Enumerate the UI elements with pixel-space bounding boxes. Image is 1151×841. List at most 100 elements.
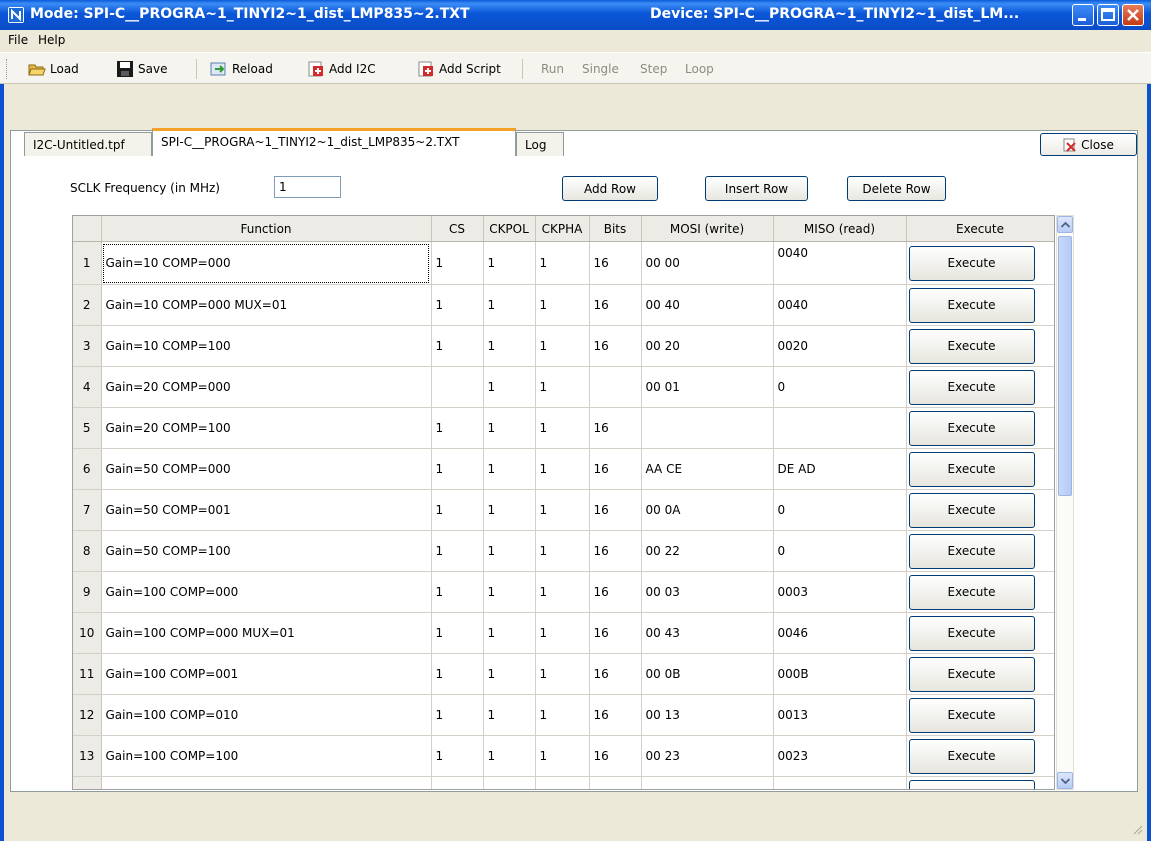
row-number[interactable]: 10 [73, 612, 102, 654]
cell-miso[interactable]: DE AD [773, 448, 907, 490]
scroll-down-button[interactable] [1057, 772, 1073, 789]
cell-bits[interactable]: 16 [589, 325, 642, 367]
cell-miso[interactable]: 0040 [773, 241, 907, 285]
step-button[interactable]: Step [640, 59, 667, 79]
execute-button[interactable]: Execute [908, 410, 1035, 446]
tab-i2c-untitled[interactable]: I2C-Untitled.tpf [24, 132, 152, 156]
row-number[interactable]: 7 [73, 489, 102, 531]
execute-button[interactable]: Execute [908, 615, 1035, 651]
add-script-button[interactable]: Add Script [417, 59, 501, 79]
cell-ckpol[interactable]: 1 [483, 776, 536, 789]
cell-ckpha[interactable]: 1 [535, 366, 590, 408]
cell-ckpha[interactable]: 1 [535, 325, 590, 367]
close-tab-button[interactable]: Close [1040, 133, 1137, 156]
execute-button[interactable]: Execute [908, 656, 1035, 692]
execute-button[interactable]: Execute [908, 533, 1035, 569]
execute-button[interactable]: Execute [908, 738, 1035, 774]
cell-function[interactable]: Gain=10 COMP=100 [101, 325, 432, 367]
column-header-ckpha[interactable]: CKPHA [535, 216, 590, 242]
cell-mosi[interactable]: AA CE [641, 448, 774, 490]
execute-button[interactable]: Execute [908, 779, 1035, 789]
toolbar-grip[interactable] [6, 59, 10, 79]
row-number[interactable]: 1 [73, 241, 102, 285]
cell-cs[interactable] [431, 366, 484, 408]
cell-mosi[interactable]: 00 23 [641, 735, 774, 777]
title-bar[interactable]: Mode: SPI-C__PROGRA~1_TINYI2~1_dist_LMP8… [0, 0, 1151, 30]
cell-bits[interactable]: 16 [589, 694, 642, 736]
cell-bits[interactable] [589, 366, 642, 408]
cell-function[interactable]: Gain=10 COMP=000 [101, 241, 432, 285]
cell-function[interactable]: Gain=100 COMP=010 [101, 694, 432, 736]
cell-mosi[interactable]: 00 20 [641, 325, 774, 367]
cell-function[interactable]: Gain=10 COMP=000 MUX=01 [101, 284, 432, 326]
cell-ckpha[interactable]: 1 [535, 571, 590, 613]
reload-button[interactable]: Reload [210, 59, 273, 79]
execute-button[interactable]: Execute [908, 574, 1035, 610]
cell-function[interactable]: Gain=20 COMP=100 [101, 407, 432, 449]
cell-mosi[interactable]: 00 43 [641, 612, 774, 654]
add-i2c-button[interactable]: Add I2C [307, 59, 376, 79]
cell-miso[interactable]: 0 [773, 530, 907, 572]
cell-miso[interactable]: 0013 [773, 694, 907, 736]
cell-cs[interactable]: 1 [431, 489, 484, 531]
row-number[interactable]: 13 [73, 735, 102, 777]
menu-file[interactable]: File [8, 33, 28, 47]
cell-function[interactable]: Gain=50 COMP=100 [101, 530, 432, 572]
cell-ckpha[interactable]: 1 [535, 694, 590, 736]
cell-miso[interactable]: 0003 [773, 571, 907, 613]
cell-function[interactable]: Gain=50 COMP=000 [101, 448, 432, 490]
cell-bits[interactable]: 16 [589, 284, 642, 326]
cell-function[interactable]: Gain=200 COMP=000 [101, 776, 432, 789]
column-header-cs[interactable]: CS [431, 216, 484, 242]
cell-bits[interactable]: 16 [589, 489, 642, 531]
insert-row-button[interactable]: Insert Row [705, 176, 808, 201]
add-row-button[interactable]: Add Row [562, 176, 658, 201]
cell-ckpha[interactable]: 1 [535, 530, 590, 572]
cell-cs[interactable]: 1 [431, 407, 484, 449]
row-number[interactable]: 14 [73, 776, 102, 789]
execute-button[interactable]: Execute [908, 245, 1035, 281]
cell-mosi[interactable] [641, 407, 774, 449]
cell-cs[interactable]: 1 [431, 571, 484, 613]
row-number[interactable]: 8 [73, 530, 102, 572]
cell-ckpha[interactable]: 1 [535, 448, 590, 490]
cell-ckpol[interactable]: 1 [483, 407, 536, 449]
save-button[interactable]: Save [116, 59, 167, 79]
table-vertical-scrollbar[interactable] [1056, 215, 1074, 790]
cell-cs[interactable]: 1 [431, 241, 484, 285]
cell-mosi[interactable]: 00 22 [641, 530, 774, 572]
row-number[interactable]: 6 [73, 448, 102, 490]
scroll-up-button[interactable] [1057, 216, 1073, 233]
cell-mosi[interactable]: 00 04 [641, 776, 774, 789]
run-button[interactable]: Run [541, 59, 564, 79]
load-button[interactable]: Load [28, 59, 79, 79]
cell-ckpha[interactable]: 1 [535, 489, 590, 531]
cell-cs[interactable]: 1 [431, 448, 484, 490]
row-number[interactable]: 5 [73, 407, 102, 449]
cell-ckpha[interactable]: 1 [535, 241, 590, 285]
resize-grip-icon[interactable] [1131, 823, 1143, 835]
cell-cs[interactable]: 1 [431, 735, 484, 777]
cell-ckpol[interactable]: 1 [483, 448, 536, 490]
menu-help[interactable]: Help [38, 33, 65, 47]
cell-miso[interactable]: 0 [773, 776, 907, 789]
cell-ckpha[interactable]: 1 [535, 776, 590, 789]
cell-function[interactable]: Gain=100 COMP=000 [101, 571, 432, 613]
column-header-execute[interactable]: Execute [906, 216, 1054, 242]
cell-function[interactable]: Gain=100 COMP=000 MUX=01 [101, 612, 432, 654]
execute-button[interactable]: Execute [908, 369, 1035, 405]
cell-ckpha[interactable]: 1 [535, 653, 590, 695]
cell-cs[interactable]: 1 [431, 612, 484, 654]
minimize-button[interactable] [1072, 4, 1094, 26]
row-number[interactable]: 3 [73, 325, 102, 367]
cell-function[interactable]: Gain=100 COMP=100 [101, 735, 432, 777]
column-header-ckpol[interactable]: CKPOL [483, 216, 536, 242]
cell-mosi[interactable]: 00 0B [641, 653, 774, 695]
column-header-mosi[interactable]: MOSI (write) [641, 216, 774, 242]
cell-ckpol[interactable]: 1 [483, 735, 536, 777]
window-close-button[interactable] [1122, 4, 1144, 26]
row-number[interactable]: 4 [73, 366, 102, 408]
cell-cs[interactable]: 1 [431, 284, 484, 326]
cell-mosi[interactable]: 00 40 [641, 284, 774, 326]
cell-miso[interactable]: 0040 [773, 284, 907, 326]
